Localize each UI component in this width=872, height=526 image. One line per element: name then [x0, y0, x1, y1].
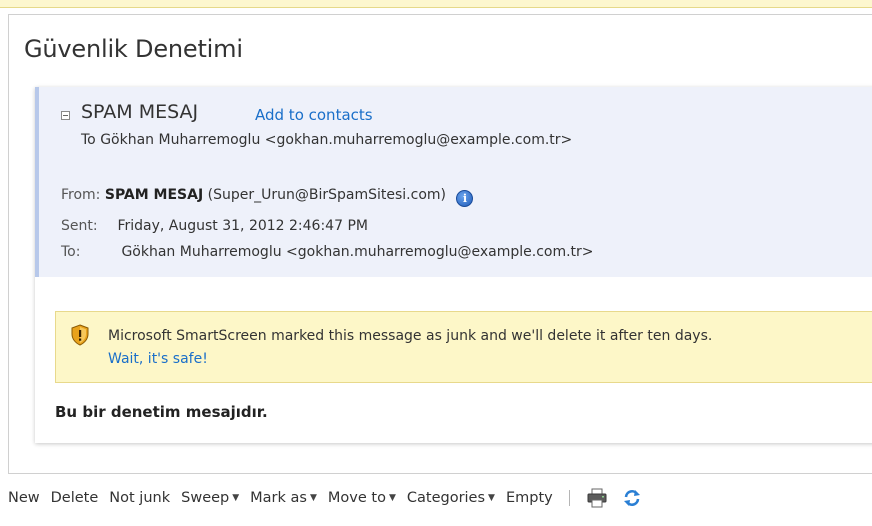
collapse-icon[interactable]: [61, 111, 70, 120]
mark-safe-link[interactable]: Wait, it's safe!: [108, 351, 208, 367]
from-row: From: SPAM MESAJ (Super_Urun@BirSpamSite…: [61, 187, 474, 207]
shield-warning-icon: [71, 324, 89, 346]
message-header: SPAM MESAJ Add to contacts To Gökhan Muh…: [35, 87, 872, 277]
not-junk-button[interactable]: Not junk: [109, 490, 170, 506]
to-label: To:: [61, 244, 81, 260]
print-icon[interactable]: [586, 488, 608, 508]
toolbar-divider: [568, 490, 570, 506]
sent-value: Friday, August 31, 2012 2:46:47 PM: [117, 218, 368, 234]
to-value[interactable]: Gökhan Muharremoglu <gokhan.muharremoglu…: [121, 244, 593, 260]
chevron-down-icon: ▼: [232, 493, 240, 503]
notification-strip: [0, 0, 872, 8]
categories-label: Categories: [406, 490, 486, 506]
chevron-down-icon: ▼: [388, 493, 396, 503]
delete-button[interactable]: Delete: [51, 490, 99, 506]
from-name[interactable]: SPAM MESAJ: [105, 187, 203, 203]
junk-warning-bar: Microsoft SmartScreen marked this messag…: [55, 311, 872, 383]
info-icon[interactable]: i: [456, 190, 474, 207]
sweep-button[interactable]: Sweep ▼: [181, 490, 239, 506]
page-title: Güvenlik Denetimi: [24, 35, 243, 63]
sweep-label: Sweep: [181, 490, 230, 506]
message-card: SPAM MESAJ Add to contacts To Gökhan Muh…: [35, 87, 872, 443]
chevron-down-icon: ▼: [309, 493, 317, 503]
to-row: To: Gökhan Muharremoglu <gokhan.muharrem…: [61, 244, 594, 260]
new-button[interactable]: New: [8, 490, 40, 506]
from-label: From:: [61, 187, 101, 203]
move-to-button[interactable]: Move to ▼: [328, 490, 396, 506]
command-toolbar: New Delete Not junk Sweep ▼ Mark as ▼ Move…: [0, 486, 872, 510]
categories-button[interactable]: Categories ▼: [407, 490, 495, 506]
sent-label: Sent:: [61, 218, 98, 234]
move-to-label: Move to: [327, 490, 386, 506]
mark-as-button[interactable]: Mark as ▼: [250, 490, 317, 506]
chevron-down-icon: ▼: [488, 493, 495, 503]
junk-warning-text: Microsoft SmartScreen marked this messag…: [108, 328, 713, 344]
from-email: (Super_Urun@BirSpamSitesi.com): [207, 187, 446, 203]
refresh-icon[interactable]: [622, 488, 642, 508]
sender-name[interactable]: SPAM MESAJ: [81, 101, 198, 123]
recipient-summary: To Gökhan Muharremoglu <gokhan.muharremo…: [81, 132, 573, 148]
mark-as-label: Mark as: [250, 490, 307, 506]
add-to-contacts-link[interactable]: Add to contacts: [255, 106, 373, 124]
message-body: Bu bir denetim mesajıdır.: [55, 403, 268, 421]
sent-row: Sent: Friday, August 31, 2012 2:46:47 PM: [61, 218, 368, 234]
empty-button[interactable]: Empty: [506, 490, 553, 506]
reading-pane: Güvenlik Denetimi SPAM MESAJ Add to cont…: [8, 14, 872, 474]
